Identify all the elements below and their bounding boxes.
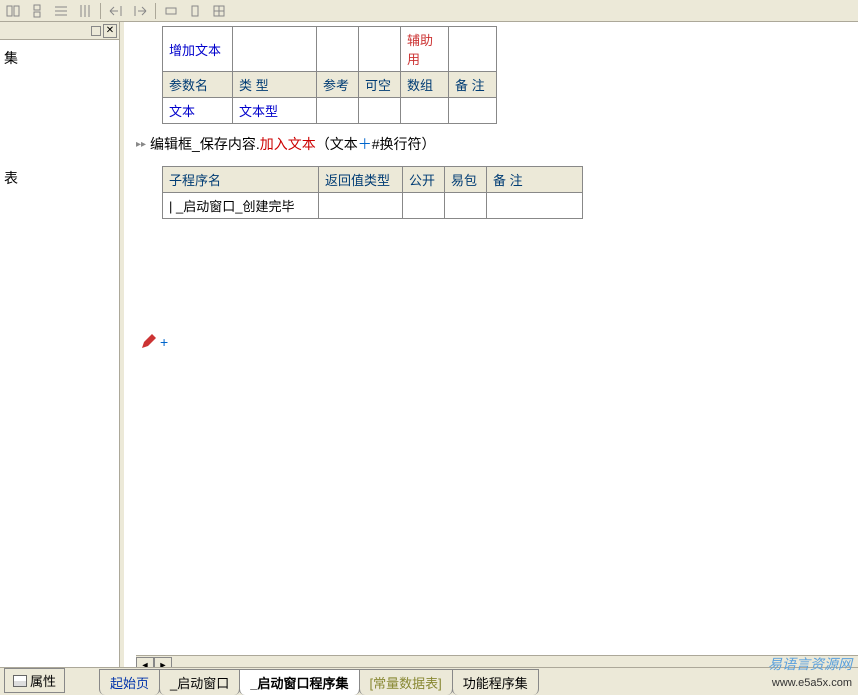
tab-func-procset[interactable]: 功能程序集 [452, 669, 539, 695]
properties-icon [13, 675, 27, 687]
table-cell[interactable] [359, 27, 401, 72]
toolbar-btn-2[interactable] [26, 2, 48, 20]
watermark-url: www.e5a5x.com [768, 676, 852, 691]
left-panel-text-1: 集 [4, 48, 115, 68]
table-cell[interactable]: 增加文本 [163, 27, 233, 72]
toolbar [0, 0, 858, 22]
table-header: 数组 [401, 72, 449, 98]
table-cell[interactable] [449, 27, 497, 72]
table-cell[interactable] [403, 193, 445, 219]
code-text: #换行符） [372, 134, 436, 154]
code-text: （文本 [316, 134, 358, 154]
table-header: 备 注 [449, 72, 497, 98]
table-header: 类 型 [233, 72, 317, 98]
pencil-icon [140, 334, 156, 350]
toolbar-btn-6[interactable] [129, 2, 151, 20]
params-table: 增加文本 辅助用 参数名 类 型 参考 可空 数组 备 注 文本 文本型 [162, 26, 497, 124]
tab-strip: 起始页 _启动窗口 _启动窗口程序集 [常量数据表] 功能程序集 [99, 671, 538, 695]
code-line[interactable]: ▸▸ 编辑框_保存内容.加入文本（文本 ＋ #换行符） [134, 130, 848, 158]
toolbar-separator-2 [155, 3, 156, 19]
table-header: 子程序名 [163, 167, 319, 193]
code-marker-icon: ▸▸ [136, 139, 146, 150]
expand-icon[interactable]: + [160, 334, 168, 350]
tab-start-window[interactable]: _启动窗口 [159, 669, 240, 695]
toolbar-btn-8[interactable] [184, 2, 206, 20]
code-editor-panel: 增加文本 辅助用 参数名 类 型 参考 可空 数组 备 注 文本 文本型 [124, 22, 858, 667]
toolbar-btn-1[interactable] [2, 2, 24, 20]
properties-label: 属性 [30, 671, 56, 690]
tab-start-page[interactable]: 起始页 [99, 669, 160, 695]
table-cell[interactable] [445, 193, 487, 219]
tab-start-window-procset[interactable]: _启动窗口程序集 [239, 669, 359, 695]
table-cell[interactable] [317, 98, 359, 124]
table-cell[interactable] [449, 98, 497, 124]
panel-close-icon[interactable]: ✕ [103, 24, 117, 38]
toolbar-separator [100, 3, 101, 19]
table-header: 可空 [359, 72, 401, 98]
table-cell[interactable] [319, 193, 403, 219]
table-cell[interactable] [401, 98, 449, 124]
watermark: 易语言资源网 www.e5a5x.com [768, 656, 852, 691]
table-header: 易包 [445, 167, 487, 193]
table-cell[interactable] [317, 27, 359, 72]
code-text: 编辑框_保存内容. [150, 134, 260, 154]
toolbar-btn-4[interactable] [74, 2, 96, 20]
watermark-text: 易语言资源网 [768, 656, 852, 676]
table-header: 参数名 [163, 72, 233, 98]
toolbar-btn-5[interactable] [105, 2, 127, 20]
panel-minimize-icon[interactable] [91, 26, 101, 36]
table-cell[interactable]: 文本型 [233, 98, 317, 124]
table-header: 返回值类型 [319, 167, 403, 193]
toolbar-btn-3[interactable] [50, 2, 72, 20]
subroutine-table: 子程序名 返回值类型 公开 易包 备 注 | _启动窗口_创建完毕 [162, 166, 583, 219]
table-cell[interactable] [487, 193, 583, 219]
bottom-bar: 属性 起始页 _启动窗口 _启动窗口程序集 [常量数据表] 功能程序集 易语言资… [0, 667, 858, 695]
table-cell[interactable]: | _启动窗口_创建完毕 [163, 193, 319, 219]
toolbar-btn-7[interactable] [160, 2, 182, 20]
properties-button[interactable]: 属性 [4, 668, 65, 693]
tab-const-data[interactable]: [常量数据表] [359, 669, 453, 695]
table-header: 参考 [317, 72, 359, 98]
left-panel-header: ✕ [0, 22, 119, 40]
left-panel: ✕ 集 表 [0, 22, 120, 667]
toolbar-btn-9[interactable] [208, 2, 230, 20]
table-header: 备 注 [487, 167, 583, 193]
table-cell[interactable]: 文本 [163, 98, 233, 124]
code-method: 加入文本 [260, 134, 316, 154]
table-header: 公开 [403, 167, 445, 193]
table-cell[interactable] [359, 98, 401, 124]
table-cell[interactable]: 辅助用 [401, 27, 449, 72]
table-cell[interactable] [233, 27, 317, 72]
left-panel-text-2: 表 [4, 168, 115, 188]
code-operator: ＋ [358, 134, 372, 154]
